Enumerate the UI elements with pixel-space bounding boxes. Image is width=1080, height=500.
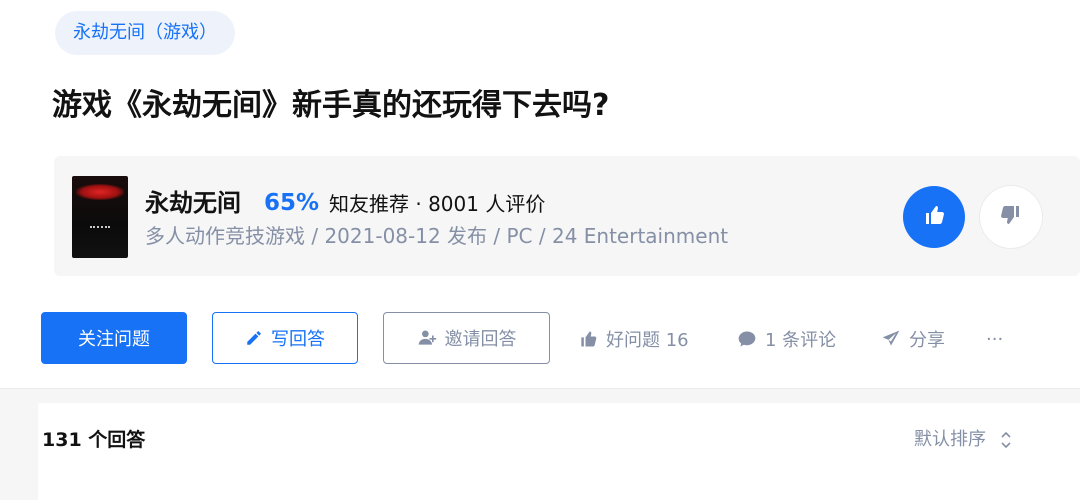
pencil-icon [245, 329, 263, 347]
game-rating-text: 知友推荐 · 8001 人评价 [329, 192, 546, 216]
good-question-button[interactable]: 好问题 16 [578, 322, 689, 356]
cover-logo-art [76, 184, 124, 200]
invite-answer-button[interactable]: 邀请回答 [383, 312, 550, 364]
follow-question-label: 关注问题 [78, 329, 150, 350]
more-options-button[interactable]: ··· [986, 322, 1003, 356]
game-info-card[interactable]: 永劫无间 65% 知友推荐 · 8001 人评价 多人动作竞技游戏 / 2021… [54, 156, 1080, 276]
game-score: 65% [264, 190, 320, 216]
sort-dropdown[interactable]: 默认排序 [914, 425, 1012, 455]
follow-question-button[interactable]: 关注问题 [41, 312, 187, 364]
answer-count: 131 个回答 [42, 429, 146, 451]
comments-button[interactable]: 1 条评论 [737, 322, 836, 356]
good-question-label: 好问题 16 [606, 330, 689, 351]
question-title: 游戏《永劫无间》新手真的还玩得下去吗? [52, 88, 610, 123]
invite-answer-label: 邀请回答 [444, 329, 517, 350]
game-meta: 多人动作竞技游戏 / 2021-08-12 发布 / PC / 24 Enter… [145, 224, 729, 248]
question-header-card: 永劫无间（游戏） 游戏《永劫无间》新手真的还玩得下去吗? 永劫无间 65% 知友… [0, 0, 1080, 389]
topic-tag[interactable]: 永劫无间（游戏） [55, 11, 235, 55]
cover-detail-art [90, 226, 110, 236]
sort-label: 默认排序 [914, 429, 986, 450]
comment-bubble-icon [737, 329, 757, 349]
thumbs-down-icon [999, 203, 1023, 231]
invite-user-icon [417, 328, 437, 348]
thumbs-up-icon [922, 203, 946, 231]
sort-arrows-icon [1000, 430, 1012, 450]
write-answer-button[interactable]: 写回答 [212, 312, 358, 364]
share-label: 分享 [909, 330, 945, 351]
game-name[interactable]: 永劫无间 [145, 186, 241, 220]
thumbs-up-icon [578, 329, 598, 349]
write-answer-label: 写回答 [271, 329, 325, 350]
share-button[interactable]: 分享 [881, 322, 945, 356]
recommend-button[interactable] [903, 186, 965, 248]
comments-label: 1 条评论 [765, 330, 837, 351]
game-cover-image[interactable] [72, 176, 128, 258]
not-recommend-button[interactable] [980, 186, 1042, 248]
answers-header: 131 个回答 默认排序 [38, 403, 1080, 500]
paper-plane-icon [881, 329, 901, 349]
more-icon: ··· [986, 328, 1004, 350]
